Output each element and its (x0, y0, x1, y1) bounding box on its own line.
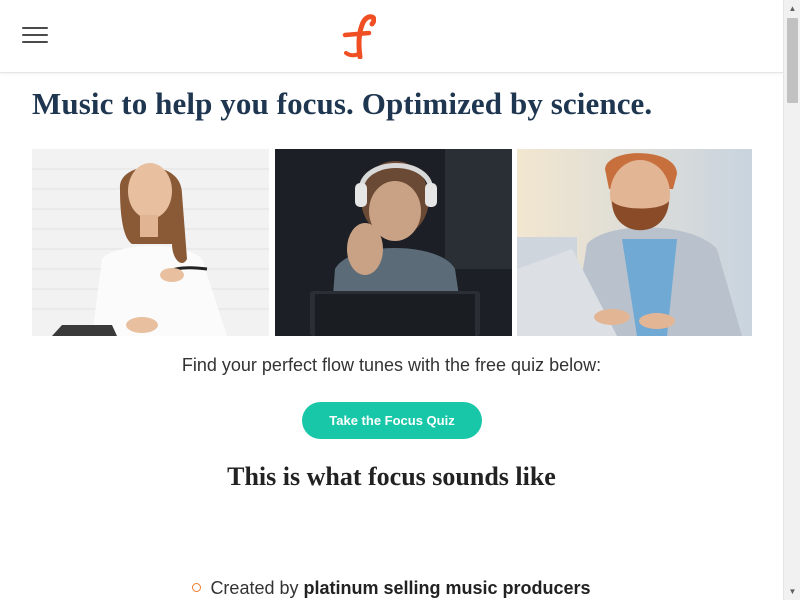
menu-line (22, 41, 48, 43)
feature-highlight: platinum selling music producers (303, 578, 591, 598)
menu-line (22, 34, 48, 36)
woman-with-pen-photo (32, 149, 269, 336)
scrollbar-thumb[interactable] (787, 18, 798, 103)
focusatwill-logo[interactable] (340, 13, 377, 60)
menu-line (22, 27, 48, 29)
page-viewport: Music to help you focus. Optimized by sc… (0, 0, 783, 600)
circle-bullet-icon (192, 582, 202, 592)
hero-photos (32, 149, 752, 336)
vertical-scrollbar[interactable]: ▲ ▼ (783, 0, 800, 600)
take-focus-quiz-button[interactable]: Take the Focus Quiz (302, 402, 482, 439)
hamburger-menu-icon[interactable] (22, 27, 48, 45)
bearded-man-earphones-laptop-photo (517, 149, 752, 336)
scroll-up-arrow-icon[interactable]: ▲ (784, 0, 800, 17)
feature-prefix: Created by (210, 578, 304, 598)
top-header (0, 0, 783, 73)
man-with-headphones-laptop-photo (275, 149, 512, 336)
scroll-down-arrow-icon[interactable]: ▼ (784, 583, 800, 600)
logo-f-icon (342, 14, 377, 60)
hero-title: Music to help you focus. Optimized by sc… (32, 86, 653, 121)
quiz-intro-text: Find your perfect flow tunes with the fr… (181, 355, 602, 375)
feature-item: Created by platinum selling music produc… (0, 578, 783, 599)
section-title: This is what focus sounds like (227, 462, 556, 491)
